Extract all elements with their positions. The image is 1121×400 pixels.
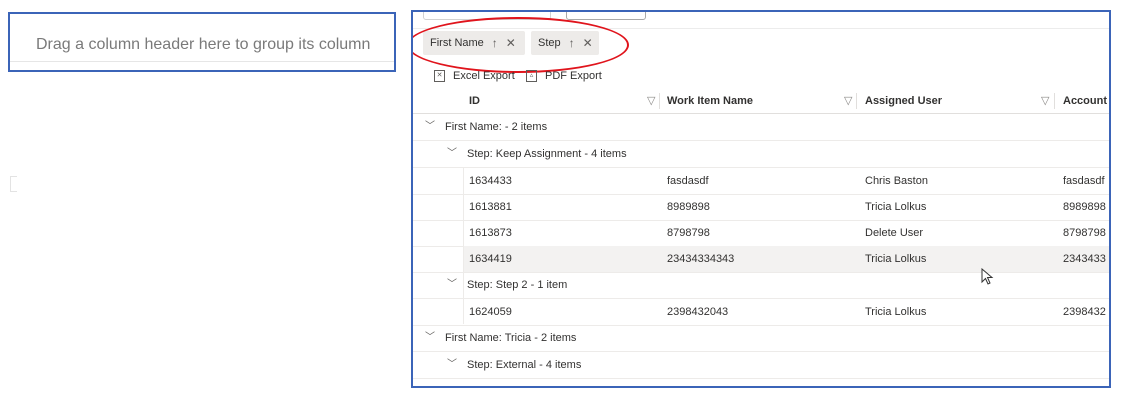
cell-id: 1634419 <box>469 253 512 265</box>
group-panel-hint: Drag a column header here to group its c… <box>36 36 371 53</box>
cell-work-item-name: 23434334343 <box>667 253 735 265</box>
data-grid-panel: First Name ↑ ✕ Step ↑ ✕ ✕ Excel Export ▵… <box>411 10 1111 388</box>
table-row-hovered[interactable]: 1634419 23434334343 Tricia Lolkus 234343… <box>413 246 1109 273</box>
column-header-assigned-user[interactable]: Assigned User <box>865 89 942 113</box>
column-header-account[interactable]: Account I <box>1063 89 1109 113</box>
group-chip-label: Step <box>538 37 561 49</box>
mouse-pointer-icon <box>981 268 994 285</box>
filter-icon[interactable]: ▽ <box>647 89 655 113</box>
subgroup-row[interactable]: ﹀ Step: Keep Assignment - 4 items <box>413 141 1109 168</box>
pdf-export-button[interactable]: ▵ PDF Export <box>526 68 602 84</box>
search-field-fragment[interactable] <box>423 12 551 20</box>
excel-export-label: Excel Export <box>453 70 515 82</box>
cell-account: 8989898 <box>1063 201 1106 213</box>
cell-assigned-user: Tricia Lolkus <box>865 253 927 265</box>
cell-account: 2343433 <box>1063 253 1106 265</box>
top-divider <box>413 28 1109 29</box>
panel-edge-fragment <box>10 176 17 192</box>
column-separator[interactable] <box>659 93 660 109</box>
column-header-id[interactable]: ID <box>469 89 480 113</box>
cell-assigned-user: Delete User <box>865 227 924 239</box>
group-row[interactable]: ﹀ First Name: Tricia - 2 items <box>413 325 1109 352</box>
tree-indent-line <box>463 168 464 324</box>
subgroup-label: Step: Keep Assignment - 4 items <box>467 148 627 160</box>
table-row[interactable]: 1624059 2398432043 Tricia Lolkus 2398432 <box>413 299 1109 326</box>
button-fragment[interactable] <box>566 12 646 20</box>
excel-icon: ✕ <box>434 70 445 82</box>
group-panel-zoom: Drag a column header here to group its c… <box>8 12 396 72</box>
grid-header: ID ▽ Work Item Name ▽ Assigned User ▽ Ac… <box>413 89 1109 114</box>
cell-work-item-name: fasdasdf <box>667 175 709 187</box>
subgroup-label: Step: Step 2 - 1 item <box>467 279 568 291</box>
group-chip-label: First Name <box>430 37 484 49</box>
pdf-export-label: PDF Export <box>545 70 602 82</box>
subgroup-row[interactable]: ﹀ Step: Step 2 - 1 item <box>413 272 1109 299</box>
cell-assigned-user: Chris Baston <box>865 175 928 187</box>
chevron-down-icon[interactable]: ﹀ <box>447 272 457 298</box>
column-separator[interactable] <box>856 93 857 109</box>
cell-id: 1624059 <box>469 306 512 318</box>
column-header-work-item-name[interactable]: Work Item Name <box>667 89 753 113</box>
table-row[interactable]: 1613873 8798798 Delete User 8798798 <box>413 220 1109 247</box>
group-panel-divider <box>10 61 394 62</box>
cell-account: 8798798 <box>1063 227 1106 239</box>
table-row[interactable]: 1634433 fasdasdf Chris Baston fasdasdf <box>413 168 1109 195</box>
cell-account: fasdasdf <box>1063 175 1105 187</box>
cell-assigned-user: Tricia Lolkus <box>865 306 927 318</box>
excel-export-button[interactable]: ✕ Excel Export <box>434 68 515 84</box>
filter-icon[interactable]: ▽ <box>1041 89 1049 113</box>
cell-work-item-name: 8989898 <box>667 201 710 213</box>
table-row[interactable]: 1613881 8989898 Tricia Lolkus 8989898 <box>413 194 1109 221</box>
sort-ascending-icon[interactable]: ↑ <box>492 36 498 50</box>
group-chip-first-name[interactable]: First Name ↑ ✕ <box>423 31 525 55</box>
subgroup-label: Step: External - 4 items <box>467 359 582 371</box>
chevron-down-icon[interactable]: ﹀ <box>447 141 457 167</box>
chevron-down-icon[interactable]: ﹀ <box>425 114 435 140</box>
cell-work-item-name: 8798798 <box>667 227 710 239</box>
close-icon[interactable]: ✕ <box>583 36 593 50</box>
pdf-icon: ▵ <box>526 70 537 82</box>
filter-icon[interactable]: ▽ <box>844 89 852 113</box>
chevron-down-icon[interactable]: ﹀ <box>425 325 435 351</box>
cell-id: 1613873 <box>469 227 512 239</box>
group-row[interactable]: ﹀ First Name: - 2 items <box>413 114 1109 141</box>
group-chip-step[interactable]: Step ↑ ✕ <box>531 31 599 55</box>
column-separator[interactable] <box>1054 93 1055 109</box>
sort-ascending-icon[interactable]: ↑ <box>569 36 575 50</box>
chevron-down-icon[interactable]: ﹀ <box>447 352 457 378</box>
group-label: First Name: Tricia - 2 items <box>445 332 577 344</box>
cell-work-item-name: 2398432043 <box>667 306 729 318</box>
cell-assigned-user: Tricia Lolkus <box>865 201 927 213</box>
group-label: First Name: - 2 items <box>445 121 548 133</box>
cell-account: 2398432 <box>1063 306 1106 318</box>
cell-id: 1613881 <box>469 201 512 213</box>
subgroup-row[interactable]: ﹀ Step: External - 4 items <box>413 352 1109 379</box>
close-icon[interactable]: ✕ <box>506 36 516 50</box>
cell-id: 1634433 <box>469 175 512 187</box>
